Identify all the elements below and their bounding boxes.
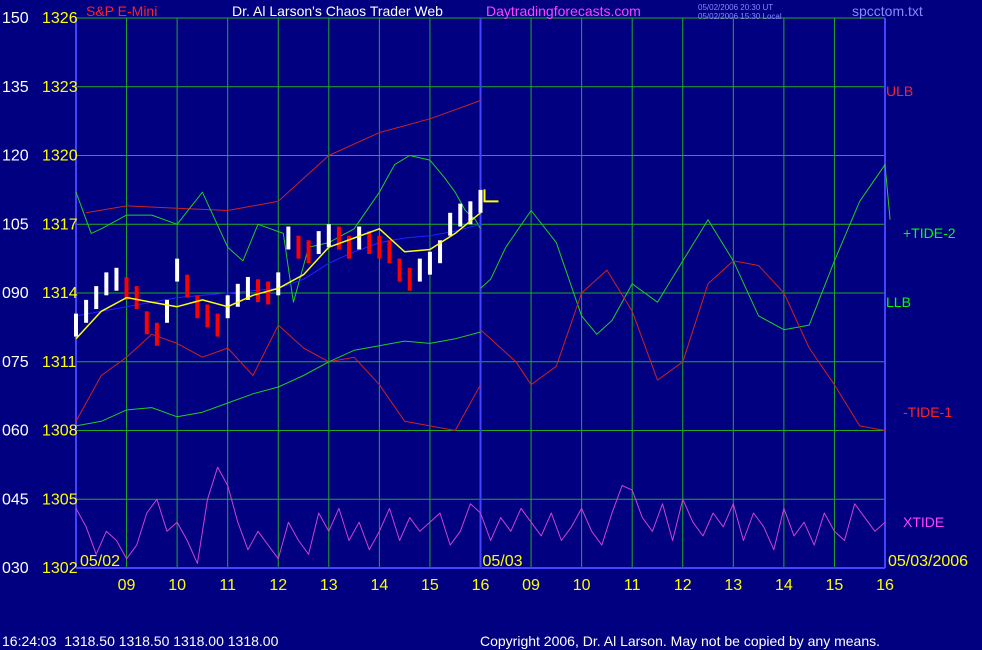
site-title: Dr. Al Larson's Chaos Trader Web	[232, 3, 443, 19]
y-tick-oscillator: 060	[2, 423, 29, 440]
timestamp-ut: 05/02/2006 20:30 UT	[698, 3, 773, 12]
symbol-title: S&P E-Mini	[86, 3, 157, 19]
y-tick-price: 1308	[42, 423, 78, 440]
x-tick-hour: 11	[624, 577, 641, 594]
xtide-label: XTIDE	[903, 514, 944, 530]
x-tick-hour: 10	[573, 577, 591, 594]
site-url[interactable]: Daytradingforecasts.com	[486, 3, 641, 19]
x-tick-hour: 16	[876, 577, 894, 594]
y-tick-oscillator: 135	[2, 79, 29, 96]
x-tick-hour: 15	[421, 577, 439, 594]
x-day-label: 05/03	[483, 553, 523, 570]
x-tick-hour: 15	[826, 577, 844, 594]
y-tick-price: 1320	[42, 148, 78, 165]
timestamp-local: 05/02/2006 15:30 Local	[698, 12, 782, 21]
chaos-trader-chart: 150 1326135 1323120 1320105 1317090 1314075 13…	[0, 0, 982, 650]
x-tick-hour: 14	[775, 577, 793, 594]
copyright: Copyright 2006, Dr. Al Larson. May not b…	[480, 633, 880, 649]
x-tick-hour: 13	[320, 577, 338, 594]
x-day-label: 05/02	[80, 553, 120, 570]
tide1-label: -TIDE-1	[903, 404, 952, 420]
y-tick-price: 1326	[42, 10, 78, 27]
y-tick-price: 1311	[42, 354, 77, 371]
file-name: spcctom.txt	[852, 3, 923, 19]
y-tick-oscillator: 120	[2, 148, 29, 165]
y-tick-price: 1305	[42, 491, 78, 508]
x-date-label: 05/03/2006	[888, 553, 968, 570]
x-tick-hour: 14	[370, 577, 388, 594]
y-tick-oscillator: 075	[2, 354, 29, 371]
llb-label: LLB	[886, 294, 911, 310]
y-tick-oscillator: 030	[2, 560, 29, 577]
x-tick-hour: 09	[522, 577, 540, 594]
y-tick-price: 1323	[42, 79, 78, 96]
ulb-label: ULB	[886, 83, 913, 99]
y-tick-oscillator: 105	[2, 216, 29, 233]
x-tick-hour: 11	[219, 577, 236, 594]
y-tick-oscillator: 090	[2, 285, 29, 302]
y-tick-price: 1314	[42, 285, 78, 302]
x-tick-hour: 13	[724, 577, 742, 594]
tide2-label: +TIDE-2	[903, 225, 956, 241]
y-tick-price: 1317	[42, 216, 78, 233]
x-tick-hour: 16	[472, 577, 490, 594]
x-tick-hour: 12	[674, 577, 692, 594]
y-tick-price: 1302	[42, 560, 78, 577]
x-tick-hour: 09	[118, 577, 136, 594]
y-tick-oscillator: 150	[2, 10, 29, 27]
x-tick-hour: 12	[269, 577, 287, 594]
y-tick-oscillator: 045	[2, 491, 29, 508]
x-tick-hour: 10	[168, 577, 186, 594]
footer-quote: 16:24:03 1318.50 1318.50 1318.00 1318.00	[2, 633, 279, 649]
